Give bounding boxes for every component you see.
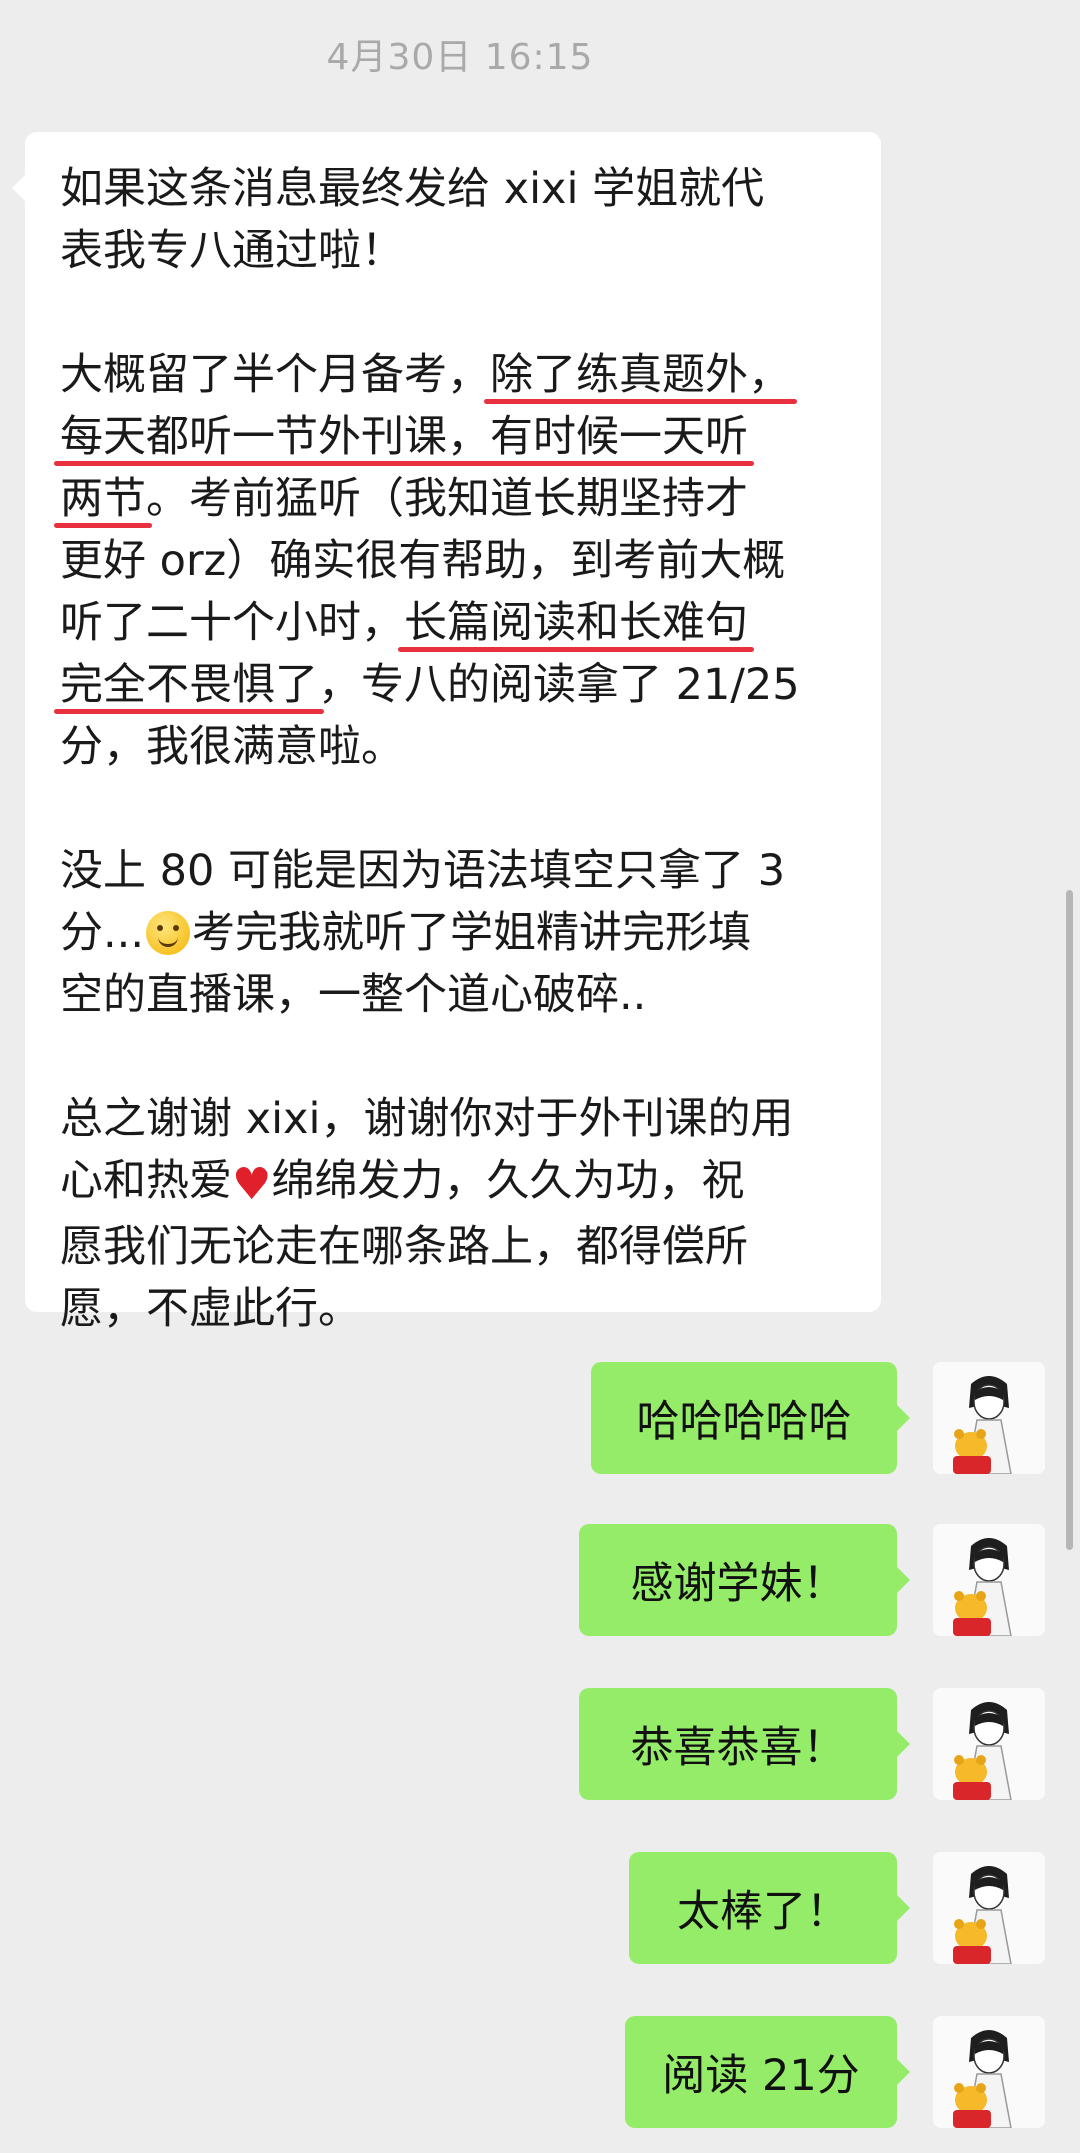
incoming-message-bubble[interactable]: 如果这条消息最终发给 xixi 学姐就代 表我专八通过啦！ 大概留了半个月备考，…: [12, 132, 881, 1334]
red-underline: [54, 709, 324, 714]
text-segment: 心和热爱: [60, 1156, 232, 1206]
outgoing-message-bubble[interactable]: 恭喜恭喜！: [579, 1688, 910, 1800]
avatar-icon[interactable]: [933, 2016, 1045, 2128]
scrollbar[interactable]: [1066, 890, 1073, 1550]
text-segment: 。考前猛听（我知道长期坚持才: [146, 474, 748, 524]
text-line: 大概留了半个月备考，除了练真题外，: [60, 344, 860, 406]
red-underline: [54, 523, 152, 528]
avatar-icon[interactable]: [933, 1688, 1045, 1800]
outgoing-message-bubble[interactable]: 哈哈哈哈哈: [591, 1362, 910, 1474]
avatar-illustration: [933, 1362, 1045, 1474]
highlighted-text: 完全不畏惧了: [54, 660, 324, 714]
text-line: 心和热爱♥绵绵发力，久久为功，祝: [60, 1150, 860, 1216]
avatar-illustration: [933, 1524, 1045, 1636]
text-line: 没上 80 可能是因为语法填空只拿了 3: [60, 846, 786, 896]
red-underline: [398, 647, 754, 652]
smiling-face-emoji-icon: [146, 911, 191, 955]
text-segment: 听了二十个小时，: [60, 598, 404, 648]
text-line: 如果这条消息最终发给 xixi 学姐就代: [60, 164, 765, 214]
text-line: 总之谢谢 xixi，谢谢你对于外刊课的用: [60, 1094, 794, 1144]
text-segment: 考完我就听了学姐精讲完形填: [192, 908, 752, 958]
paragraph-2: 大概留了半个月备考，除了练真题外， 每天都听一节外刊课，有时候一天听 两节 。考前…: [54, 344, 860, 778]
text-segment: 大概留了半个月备考，: [60, 350, 490, 400]
text-line: 愿，不虚此行。: [60, 1284, 361, 1334]
text-line: 更好 orz）确实很有帮助，到考前大概: [60, 536, 786, 586]
paragraph-3: 没上 80 可能是因为语法填空只拿了 3 分... 考完我就听了学姐精讲完形填 空…: [60, 840, 860, 1026]
outgoing-message-text: 感谢学妹！: [630, 1559, 846, 1609]
text-segment: 分...: [60, 908, 145, 958]
outgoing-message-text: 恭喜恭喜！: [630, 1723, 846, 1773]
outgoing-message-text: 太棒了！: [677, 1887, 849, 1937]
text-segment: 两节: [60, 474, 146, 524]
text-line: 表我专八通过啦！: [60, 226, 404, 276]
text-segment: ，专八的阅读拿了 21/25: [318, 660, 800, 710]
text-segment: 每天都听一节外刊课，有时候一天听: [60, 412, 748, 462]
avatar-illustration: [933, 1852, 1045, 1964]
avatar-illustration: [933, 1688, 1045, 1800]
red-underline: [484, 399, 797, 404]
avatar-illustration: [933, 2016, 1045, 2128]
outgoing-message-bubble[interactable]: 太棒了！: [629, 1852, 910, 1964]
outgoing-message-bubble[interactable]: 阅读 21分: [625, 2016, 910, 2128]
text-line: 两节 。考前猛听（我知道长期坚持才: [54, 468, 860, 530]
paragraph-4: 总之谢谢 xixi，谢谢你对于外刊课的用 心和热爱♥绵绵发力，久久为功，祝 愿我…: [60, 1088, 860, 1340]
text-line: 分，我很满意啦。: [60, 722, 404, 772]
text-line: 完全不畏惧了 ，专八的阅读拿了 21/25: [54, 654, 860, 716]
outgoing-message-text: 阅读 21分: [662, 2051, 860, 2101]
outgoing-message-bubble[interactable]: 感谢学妹！: [579, 1524, 910, 1636]
text-segment: 完全不畏惧了: [60, 660, 318, 710]
red-underline: [54, 461, 754, 466]
highlighted-text: 每天都听一节外刊课，有时候一天听: [54, 412, 754, 466]
text-line: 每天都听一节外刊课，有时候一天听: [54, 406, 860, 468]
highlighted-text: 两节: [54, 474, 152, 528]
text-line: 空的直播课，一整个道心破碎..: [60, 970, 647, 1020]
text-line: 愿我们无论走在哪条路上，都得偿所: [60, 1222, 748, 1272]
avatar-icon[interactable]: [933, 1524, 1045, 1636]
red-heart-emoji-icon: ♥: [232, 1159, 272, 1210]
highlighted-text: 长篇阅读和长难句: [398, 598, 754, 652]
text-segment: 绵绵发力，久久为功，祝: [271, 1156, 745, 1206]
avatar-icon[interactable]: [933, 1362, 1045, 1474]
text-segment: 长篇阅读和长难句: [404, 598, 748, 648]
paragraph-1: 如果这条消息最终发给 xixi 学姐就代 表我专八通过啦！: [60, 158, 860, 282]
message-timestamp: 4月30日 16:15: [326, 37, 594, 78]
text-segment: 除了练真题外，: [490, 350, 791, 400]
outgoing-message-text: 哈哈哈哈哈: [636, 1397, 852, 1447]
avatar-icon[interactable]: [933, 1852, 1045, 1964]
incoming-message-text: 如果这条消息最终发给 xixi 学姐就代 表我专八通过啦！ 大概留了半个月备考，…: [54, 158, 860, 1340]
highlighted-text: 除了练真题外，: [484, 350, 797, 404]
text-line: 听了二十个小时，长篇阅读和长难句: [60, 592, 860, 654]
text-line: 分... 考完我就听了学姐精讲完形填: [60, 902, 860, 964]
